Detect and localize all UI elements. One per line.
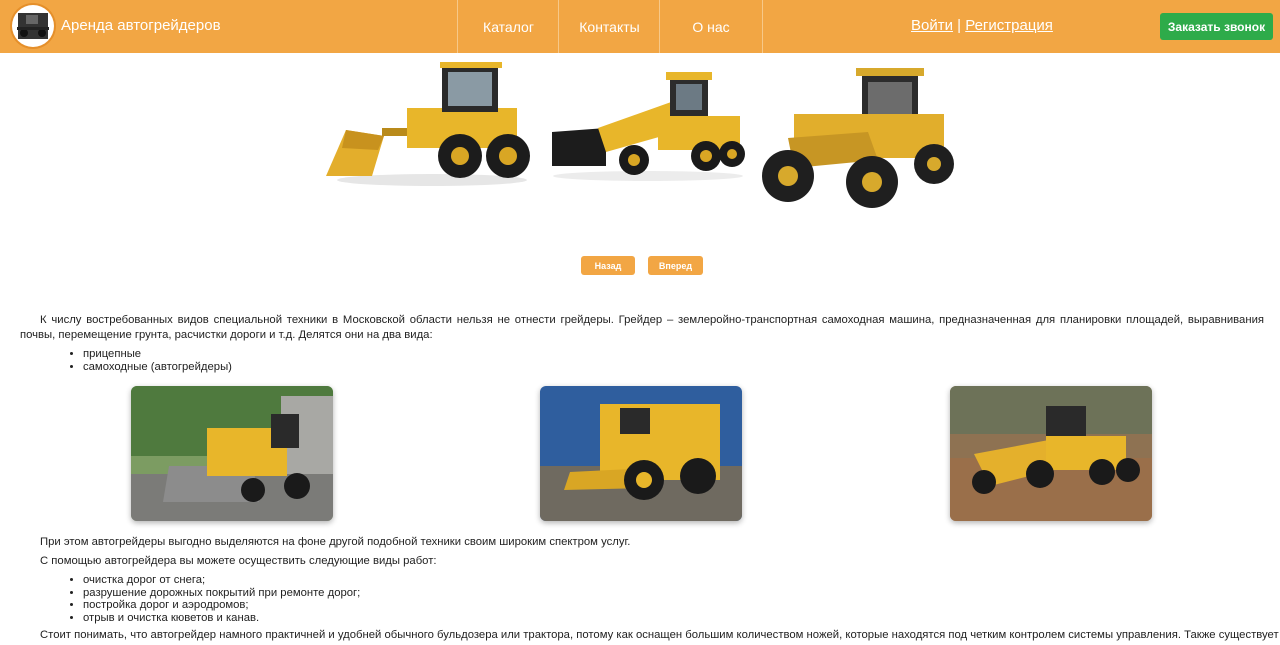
order-call-button[interactable]: Заказать звонок (1160, 13, 1273, 40)
site-title[interactable]: Аренда автогрейдеров (61, 17, 221, 34)
grader-types-list: прицепные самоходные (автогрейдеры) (65, 348, 232, 373)
logo-grader-icon[interactable] (12, 5, 54, 47)
list-item: самоходные (автогрейдеры) (83, 361, 232, 374)
wheel-loader-image (322, 58, 534, 188)
works-list: очистка дорог от снега; разрушение дорож… (65, 574, 360, 624)
motor-grader-front-view-image (758, 64, 958, 218)
list-item: отрыв и очистка кюветов и канав. (83, 612, 360, 625)
grader-photo-blue-sky[interactable] (540, 386, 742, 521)
auth-links: Войти | Регистрация (911, 17, 1053, 34)
list-item: постройка дорог и аэродромов; (83, 599, 360, 612)
list-item: прицепные (83, 348, 232, 361)
list-item: разрушение дорожных покрытий при ремонте… (83, 587, 360, 600)
site-header: Аренда автогрейдеров Каталог Контакты О … (0, 0, 1280, 53)
list-item: очистка дорог от снега; (83, 574, 360, 587)
services-paragraph: При этом автогрейдеры выгодно выделяются… (40, 536, 631, 548)
nav-catalog[interactable]: Каталог (457, 0, 559, 53)
slider-prev-button[interactable]: Назад (581, 256, 635, 275)
auth-separator: | (957, 17, 962, 34)
intro-paragraph: К числу востребованных видов специальной… (20, 314, 1264, 341)
nav-about[interactable]: О нас (659, 0, 763, 53)
grader-photo-street[interactable] (131, 386, 333, 521)
slider-next-button[interactable]: Вперед (648, 256, 703, 275)
motor-grader-black-blade-image (548, 70, 748, 182)
register-link[interactable]: Регистрация (965, 17, 1053, 34)
nav-contacts[interactable]: Контакты (558, 0, 660, 53)
comparison-paragraph: Стоит понимать, что автогрейдер намного … (40, 629, 1279, 641)
login-link[interactable]: Войти (911, 17, 953, 34)
grader-photo-dirt[interactable] (950, 386, 1152, 521)
works-intro-paragraph: С помощью автогрейдера вы можете осущест… (40, 555, 437, 567)
